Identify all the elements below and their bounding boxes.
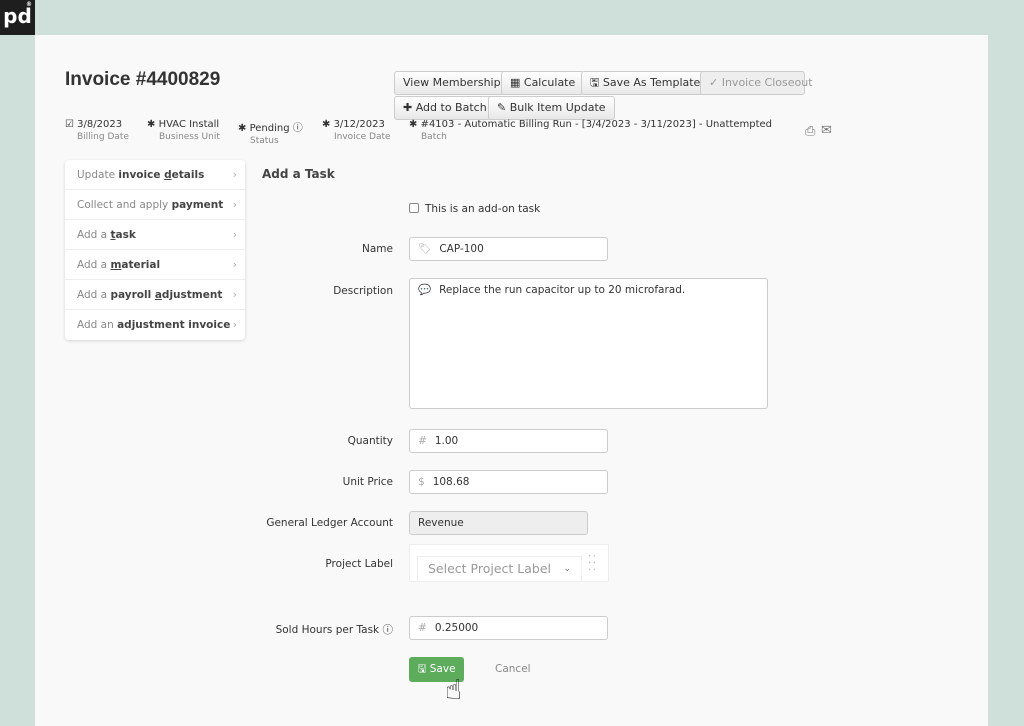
description-label: Description (333, 285, 393, 297)
project-label-select[interactable]: Select Project Label ⌄ (417, 556, 582, 582)
meta-invoice-date: ✱ 3/12/2023 Invoice Date (322, 119, 391, 142)
sold-hours-label: Sold Hours per Task ⓘ (275, 624, 394, 636)
hash-icon: # (418, 622, 427, 634)
name-input[interactable]: 🏷 CAP-100 (409, 237, 608, 261)
addon-checkbox[interactable]: This is an add-on task (409, 203, 540, 215)
name-label: Name (362, 243, 393, 255)
info-icon: ⓘ (292, 123, 303, 134)
logo: pd ® (0, 0, 35, 35)
main-panel: Invoice #4400829 View Membership ▦ Calcu… (35, 35, 988, 726)
quantity-label: Quantity (347, 435, 393, 447)
chevron-down-icon: ⌄ (563, 564, 571, 574)
add-to-batch-button[interactable]: ✚ Add to Batch (394, 96, 496, 120)
gl-account-field: Revenue (409, 511, 588, 535)
cancel-button[interactable]: Cancel (495, 663, 531, 675)
floppy-icon: 🖫 (590, 76, 603, 89)
hand-cursor-icon: ☝ (445, 673, 463, 706)
sidebar-item-adjustment-invoice[interactable]: Add an adjustment invoice › (65, 310, 245, 340)
sidebar-item-collect-payment[interactable]: Collect and apply payment › (65, 190, 245, 220)
view-membership-button[interactable]: View Membership (394, 71, 510, 95)
sidebar-item-update-invoice-details[interactable]: Update invoice details › (65, 160, 245, 190)
meta-status: ✱ Pending ⓘ Status (238, 123, 303, 146)
check-icon: ✓ (709, 76, 722, 89)
form-title: Add a Task (262, 167, 335, 181)
info-icon: ⓘ (382, 624, 394, 636)
meta-business-unit: ✱ HVAC Install Business Unit (147, 119, 220, 142)
chevron-right-icon: › (232, 199, 237, 211)
save-as-template-button[interactable]: 🖫 Save As Template (581, 71, 710, 95)
calculate-button[interactable]: ▦ Calculate (501, 71, 585, 95)
comment-icon: 💬 (418, 284, 432, 296)
project-label-container: Select Project Label ⌄ ⁚⁚ ⁚⁚ (409, 544, 609, 582)
tag-icon: 🏷 (418, 243, 432, 255)
print-icon[interactable]: ⎙ (805, 124, 815, 139)
calculator-icon: ▦ (510, 76, 524, 89)
drag-handle-icon[interactable]: ⁚⁚ ⁚⁚ (588, 554, 597, 572)
hash-icon: # (418, 435, 427, 447)
pencil-icon: ✎ (497, 101, 510, 114)
meta-batch[interactable]: ✱ #4103 - Automatic Billing Run - [3/4/2… (409, 119, 772, 142)
floppy-icon: 🖫 (417, 663, 430, 675)
bulk-item-update-button[interactable]: ✎ Bulk Item Update (488, 96, 615, 120)
plus-icon: ✚ (403, 101, 416, 114)
unit-price-label: Unit Price (342, 476, 393, 488)
description-textarea[interactable]: 💬 Replace the run capacitor up to 20 micr… (409, 278, 768, 409)
invoice-closeout-button[interactable]: ✓ Invoice Closeout (700, 71, 813, 95)
checkbox-icon: ☑ (65, 119, 78, 130)
sold-hours-input[interactable]: #0.25000 (409, 616, 608, 640)
chevron-right-icon: › (232, 319, 237, 331)
unit-price-input[interactable]: $108.68 (409, 470, 608, 494)
quantity-input[interactable]: #1.00 (409, 429, 608, 453)
project-label-label: Project Label (325, 558, 393, 570)
meta-billing-date: ☑ 3/8/2023 Billing Date (65, 119, 129, 142)
chevron-right-icon: › (232, 169, 237, 181)
page-title: Invoice #4400829 (65, 69, 221, 90)
gl-account-label: General Ledger Account (266, 517, 393, 529)
dollar-icon: $ (418, 476, 425, 488)
email-icon[interactable]: ✉ (821, 123, 832, 138)
